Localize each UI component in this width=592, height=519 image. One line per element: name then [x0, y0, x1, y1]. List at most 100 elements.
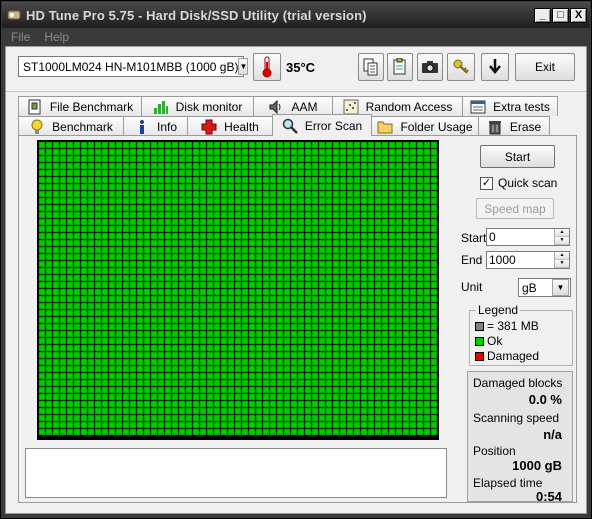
copy-text-icon: [363, 58, 378, 76]
drive-select-value: ST1000LM024 HN-M101MBB (1000 gB): [23, 59, 239, 74]
damaged-blocks-value: 0.0 %: [528, 392, 562, 407]
spin-up-icon[interactable]: ▲: [555, 229, 569, 237]
options-key-icon: [453, 59, 469, 74]
file-benchmark-icon: [28, 99, 41, 114]
position-value: 1000 gB: [512, 458, 562, 473]
tab-benchmark[interactable]: Benchmark: [18, 116, 124, 136]
spin-up-icon[interactable]: ▲: [555, 252, 569, 260]
tab-extra-tests[interactable]: Extra tests: [462, 96, 558, 116]
scan-stats-box: Damaged blocks 0.0 % Scanning speed n/a …: [467, 371, 573, 504]
legend-swatch-red: [475, 351, 484, 361]
disk-monitor-icon: [153, 100, 168, 114]
thermometer-icon: [262, 56, 272, 78]
tab-error-scan[interactable]: Error Scan: [272, 114, 372, 136]
maximize-button[interactable]: □: [552, 8, 569, 23]
position-label: Position: [473, 444, 516, 458]
hard-disk-app-icon: [7, 10, 21, 20]
legend-item-block-size: = 381 MB: [475, 319, 539, 333]
legend-swatch-green: [475, 336, 484, 346]
start-scan-button[interactable]: Start: [480, 145, 555, 168]
tab-info-label: Info: [156, 119, 177, 134]
spin-down-icon[interactable]: ▼: [555, 260, 569, 268]
elapsed-time-value: 0:54: [535, 489, 562, 504]
info-icon: [139, 119, 144, 134]
tab-health[interactable]: Health: [187, 116, 273, 136]
health-cross-icon: [201, 119, 217, 134]
toolbar-divider: [6, 91, 586, 92]
tabs-row-bottom: Benchmark Info Health Error Scan Folder …: [18, 114, 550, 136]
menu-file[interactable]: File: [11, 30, 30, 44]
temperature-button[interactable]: [253, 53, 281, 81]
start-value: 0: [489, 230, 496, 244]
folder-icon: [377, 121, 393, 133]
legend-label-block-size: = 381 MB: [487, 319, 539, 333]
start-spinner[interactable]: 0 ▲ ▼: [486, 228, 570, 246]
arrow-down-icon: [489, 59, 501, 74]
tab-random-access[interactable]: Random Access: [332, 96, 463, 116]
copy-info-button[interactable]: [387, 53, 413, 81]
drive-select[interactable]: ST1000LM024 HN-M101MBB (1000 gB) ▼: [18, 56, 249, 77]
quick-scan-label: Quick scan: [498, 176, 558, 190]
window-title: HD Tune Pro 5.75 - Hard Disk/SSD Utility…: [26, 7, 367, 23]
tab-health-label: Health: [224, 119, 259, 134]
legend-title: Legend: [476, 303, 521, 317]
tab-erase-label: Erase: [509, 119, 542, 134]
exit-button[interactable]: Exit: [515, 53, 575, 81]
tab-folder-usage-label: Folder Usage: [400, 119, 473, 134]
client-area: ST1000LM024 HN-M101MBB (1000 gB) ▼ 35°C: [5, 46, 587, 514]
tab-erase[interactable]: Erase: [478, 116, 550, 136]
tab-aam-label: AAM: [291, 99, 318, 114]
tab-random-access-label: Random Access: [365, 99, 453, 114]
chevron-down-icon[interactable]: ▼: [238, 58, 249, 75]
menu-bar: File Help: [5, 28, 587, 46]
tab-file-benchmark[interactable]: File Benchmark: [18, 96, 142, 116]
checkmark-icon: ✓: [481, 176, 492, 189]
toolbar: ST1000LM024 HN-M101MBB (1000 gB) ▼ 35°C: [6, 47, 586, 91]
speed-map-button[interactable]: Speed map: [476, 198, 554, 219]
screenshot-camera-icon: [422, 61, 438, 73]
quick-scan-checkbox-row[interactable]: ✓ Quick scan: [480, 176, 557, 190]
tab-aam[interactable]: AAM: [253, 96, 333, 116]
end-spinner[interactable]: 1000 ▲ ▼: [486, 251, 570, 269]
unit-select[interactable]: gB ▼: [518, 278, 571, 297]
tab-error-scan-label: Error Scan: [304, 118, 363, 133]
tab-benchmark-label: Benchmark: [52, 119, 113, 134]
legend-label-damaged: Damaged: [487, 349, 540, 363]
app-window: HD Tune Pro 5.75 - Hard Disk/SSD Utility…: [0, 0, 592, 519]
chevron-down-icon[interactable]: ▼: [552, 279, 569, 296]
tab-folder-usage[interactable]: Folder Usage: [371, 116, 479, 136]
speaker-icon: [269, 99, 281, 114]
tab-disk-monitor[interactable]: Disk monitor: [141, 96, 254, 116]
legend-item-ok: Ok: [475, 334, 502, 348]
tab-disk-monitor-label: Disk monitor: [175, 99, 243, 114]
damaged-blocks-label: Damaged blocks: [473, 376, 563, 390]
legend-swatch-gray: [475, 321, 484, 331]
legend-item-damaged: Damaged: [475, 349, 539, 363]
unit-value: gB: [522, 280, 537, 295]
quick-scan-checkbox[interactable]: ✓: [480, 176, 493, 190]
tabs-row-top: File Benchmark Disk monitor AAM Random A…: [18, 96, 558, 116]
copy-text-button[interactable]: [358, 53, 384, 81]
options-button[interactable]: [447, 53, 475, 81]
block-map-canvas: [38, 141, 438, 439]
close-button[interactable]: X: [570, 8, 587, 23]
end-value: 1000: [489, 253, 516, 267]
temperature-value: 35°C: [286, 60, 316, 75]
spin-down-icon[interactable]: ▼: [555, 237, 569, 245]
title-bar[interactable]: HD Tune Pro 5.75 - Hard Disk/SSD Utility…: [2, 2, 590, 28]
scanning-speed-label: Scanning speed: [473, 411, 560, 425]
legend-box: Legend = 381 MB Ok Damaged: [469, 303, 573, 366]
tab-info[interactable]: Info: [123, 116, 188, 136]
screenshot-button[interactable]: [417, 53, 443, 81]
menu-help[interactable]: Help: [44, 30, 69, 44]
block-map: [37, 140, 439, 440]
scan-log-box[interactable]: [25, 448, 447, 498]
minimize-button[interactable]: _: [534, 8, 551, 23]
start-label: Start: [461, 231, 487, 245]
save-button[interactable]: [481, 53, 509, 81]
end-label: End: [461, 253, 483, 267]
extra-tests-icon: [470, 100, 486, 113]
exit-label: Exit: [534, 60, 555, 74]
legend-label-ok: Ok: [487, 334, 503, 348]
tab-extra-tests-label: Extra tests: [493, 99, 550, 114]
